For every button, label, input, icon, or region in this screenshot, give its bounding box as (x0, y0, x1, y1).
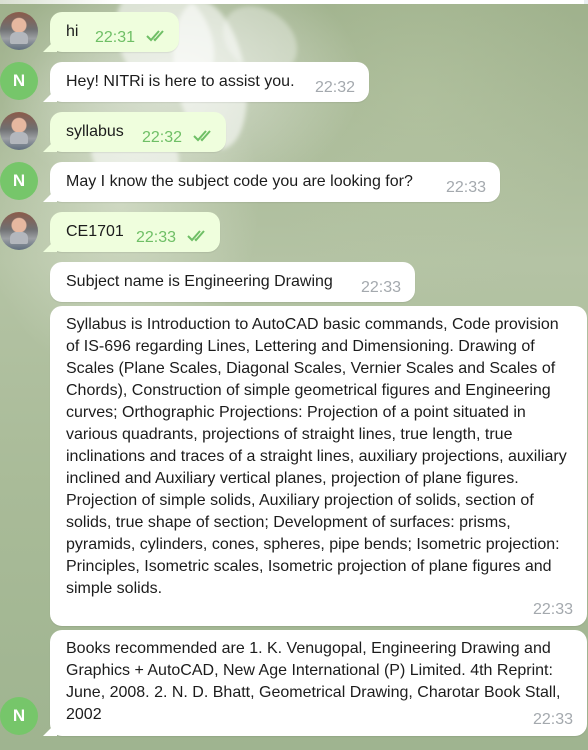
message-time: 22:33 (446, 179, 487, 196)
read-checkmarks-icon (193, 129, 217, 143)
message-text: Syllabus is Introduction to AutoCAD basi… (66, 316, 567, 597)
read-checkmarks-icon (146, 29, 170, 43)
message-time: 22:31 (95, 29, 136, 46)
message-time: 22:33 (361, 279, 402, 296)
message-time: 22:32 (315, 79, 356, 96)
user-avatar[interactable] (0, 112, 38, 150)
message-text: Books recommended are 1. K. Venugopal, E… (66, 640, 561, 723)
read-checkmarks-icon (187, 229, 211, 243)
bot-avatar[interactable]: N (0, 62, 38, 100)
outgoing-message[interactable]: syllabus 22:32 (50, 112, 226, 152)
bot-avatar-letter: N (12, 71, 26, 90)
bot-avatar-letter: N (12, 171, 26, 190)
incoming-message[interactable]: Hey! NITRi is here to assist you. 22:32 (50, 62, 369, 102)
outgoing-message[interactable]: hi 22:31 (50, 12, 179, 52)
message-time: 22:33 (532, 711, 573, 728)
message-text: syllabus (66, 123, 124, 140)
message-text: Subject name is Engineering Drawing (66, 273, 333, 290)
user-avatar[interactable] (0, 212, 38, 250)
message-time: 22:32 (142, 129, 183, 146)
message-text: Hey! NITRi is here to assist you. (66, 73, 295, 90)
message-time: 22:33 (532, 601, 573, 618)
bot-avatar[interactable]: N (0, 697, 38, 735)
message-text: May I know the subject code you are look… (66, 173, 413, 190)
top-panel-edge (0, 0, 588, 4)
message-text: hi (66, 23, 79, 40)
message-text: CE1701 (66, 223, 124, 240)
outgoing-message[interactable]: CE1701 22:33 (50, 212, 220, 252)
bot-avatar[interactable]: N (0, 162, 38, 200)
incoming-message[interactable]: May I know the subject code you are look… (50, 162, 500, 202)
bot-avatar-letter: N (12, 706, 26, 725)
message-time: 22:33 (136, 229, 177, 246)
user-avatar[interactable] (0, 12, 38, 50)
incoming-message[interactable]: Subject name is Engineering Drawing 22:3… (50, 262, 415, 302)
incoming-message[interactable]: Syllabus is Introduction to AutoCAD basi… (50, 306, 587, 626)
incoming-message[interactable]: Books recommended are 1. K. Venugopal, E… (50, 630, 587, 736)
